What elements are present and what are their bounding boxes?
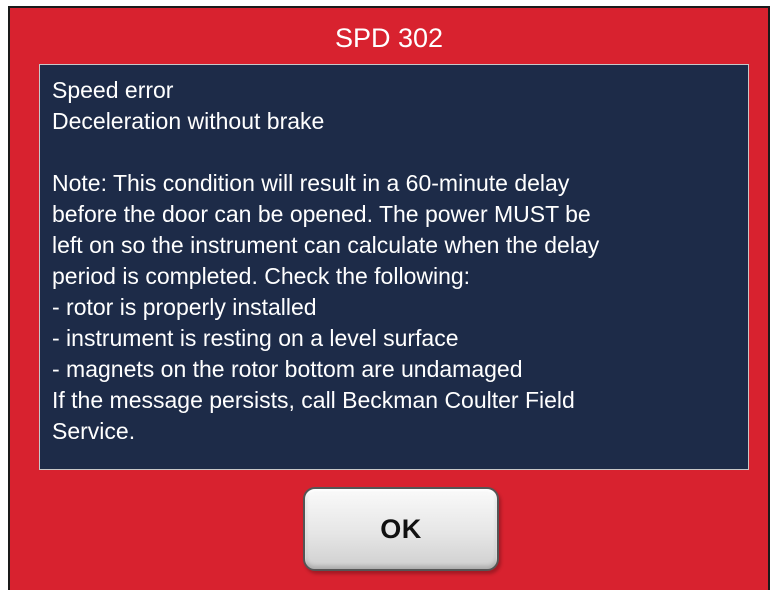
message-line: - instrument is resting on a level surfa… [52,325,459,351]
message-line: period is completed. Check the following… [52,263,471,289]
ok-button[interactable]: OK [303,487,499,571]
message-line: If the message persists, call Beckman Co… [52,387,575,413]
message-line: left on so the instrument can calculate … [52,232,600,258]
message-line: Note: This condition will result in a 60… [52,170,570,196]
message-line: before the door can be opened. The power… [52,201,591,227]
message-line: - magnets on the rotor bottom are undama… [52,356,523,382]
message-line: Service. [52,418,136,444]
dialog-title: SPD 302 [334,23,444,53]
message-line: Speed error [52,77,174,103]
message-line: Deceleration without brake [52,108,325,134]
ok-button-label: OK [380,513,422,544]
message-line [52,137,748,168]
message-panel: Speed error Deceleration without brake N… [39,64,749,470]
error-dialog: SPD 302 Speed error Deceleration without… [8,6,770,590]
message-line: - rotor is properly installed [52,294,317,320]
